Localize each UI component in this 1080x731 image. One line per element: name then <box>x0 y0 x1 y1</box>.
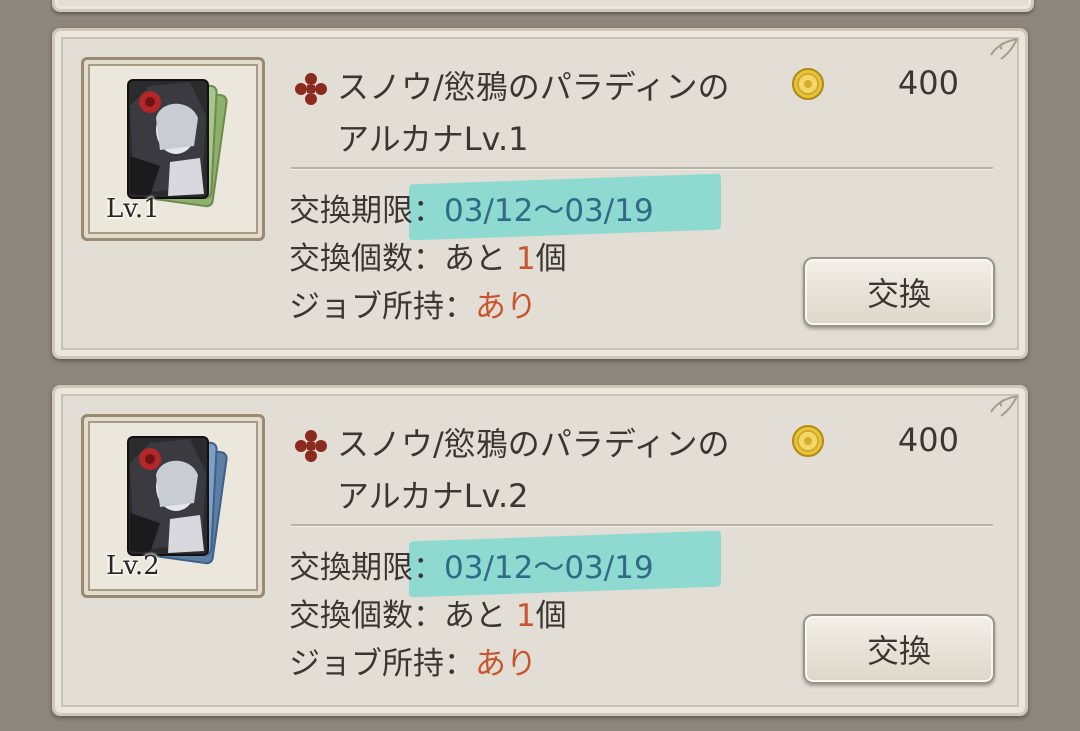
job-label: ジョブ所持： <box>289 289 475 325</box>
item-name-line1: スノウ/慾鴉のパラディンの <box>337 68 730 106</box>
count-row: 交換個数：あと 1個 <box>289 233 567 278</box>
cross-icon <box>295 73 327 105</box>
divider <box>291 524 993 527</box>
exchange-button[interactable]: 交換 <box>803 614 995 684</box>
count-value: 1 <box>515 598 536 634</box>
item-name: スノウ/慾鴉のパラディンの アルカナLv.2 <box>337 418 767 522</box>
exchange-card: Lv.2 スノウ/慾鴉のパラディンの アルカナLv.2 400 交換期限：03/… <box>52 385 1028 716</box>
job-value: あり <box>475 646 537 682</box>
level-badge: Lv.1 <box>106 194 160 224</box>
count-unit: 個 <box>535 241 567 277</box>
item-name-line2: アルカナLv.1 <box>337 120 529 158</box>
count-row: 交換個数：あと 1個 <box>289 590 567 635</box>
period-value: 03/12〜03/19 <box>444 550 654 586</box>
item-name-line2: アルカナLv.2 <box>337 477 529 515</box>
count-unit: 個 <box>535 598 567 634</box>
item-thumbnail: Lv.1 <box>81 57 265 241</box>
exchange-card: Lv.1 スノウ/慾鴉のパラディンの アルカナLv.1 400 交換期限：03/… <box>52 28 1028 359</box>
cross-icon <box>295 430 327 462</box>
job-row: ジョブ所持：あり <box>289 638 537 683</box>
item-thumbnail: Lv.2 <box>81 414 265 598</box>
count-label: 交換個数：あと <box>289 241 516 277</box>
count-value: 1 <box>515 241 536 277</box>
item-name: スノウ/慾鴉のパラディンの アルカナLv.1 <box>337 61 767 165</box>
previous-card-edge <box>52 0 1034 12</box>
job-value: あり <box>475 289 537 325</box>
job-row: ジョブ所持：あり <box>289 281 537 326</box>
coin-icon <box>792 425 824 457</box>
count-label: 交換個数：あと <box>289 598 516 634</box>
coin-icon <box>792 68 824 100</box>
period-label: 交換期限： <box>289 550 444 586</box>
exchange-button[interactable]: 交換 <box>803 257 995 327</box>
job-label: ジョブ所持： <box>289 646 475 682</box>
period-value: 03/12〜03/19 <box>444 193 654 229</box>
period-row: 交換期限：03/12〜03/19 <box>289 530 721 598</box>
cost-value: 400 <box>897 64 959 102</box>
divider <box>291 167 993 170</box>
period-row: 交換期限：03/12〜03/19 <box>289 173 721 241</box>
corner-ornament-icon <box>990 38 1018 60</box>
level-badge: Lv.2 <box>106 551 160 581</box>
cost-value: 400 <box>897 421 959 459</box>
period-label: 交換期限： <box>289 193 444 229</box>
item-name-line1: スノウ/慾鴉のパラディンの <box>337 425 730 463</box>
corner-ornament-icon <box>990 395 1018 417</box>
